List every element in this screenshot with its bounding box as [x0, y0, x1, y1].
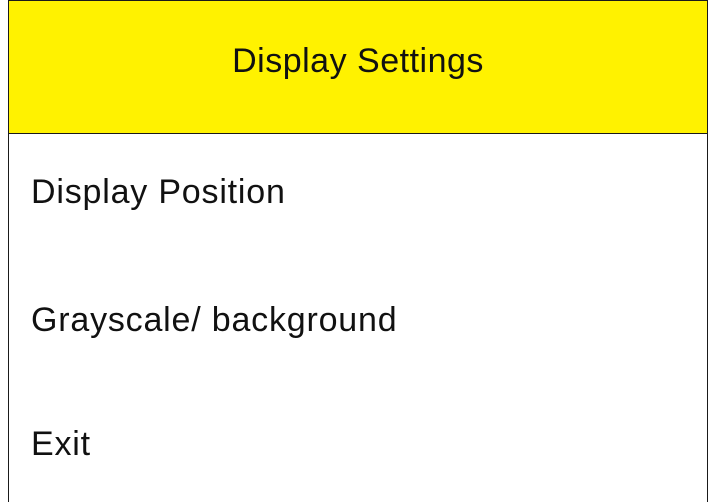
menu-item-display-position[interactable]: Display Position	[31, 173, 286, 212]
menu-item-exit[interactable]: Exit	[31, 425, 91, 464]
menu-title: Display Settings	[232, 41, 484, 80]
menu-item-grayscale-background[interactable]: Grayscale/ background	[31, 301, 397, 340]
settings-screen: Display Settings Display Position Graysc…	[8, 0, 708, 502]
menu-header: Display Settings	[9, 1, 707, 134]
